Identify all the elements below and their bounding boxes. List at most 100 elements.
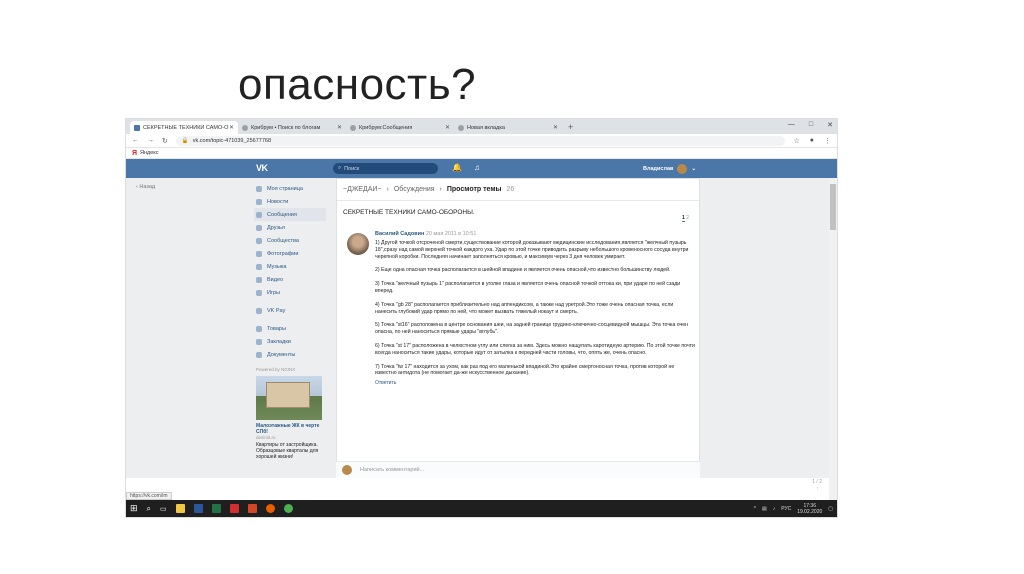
menu-item-my-page[interactable]: Моя страница bbox=[254, 182, 326, 195]
user-name: Владислав bbox=[643, 166, 674, 172]
file-explorer-icon[interactable] bbox=[175, 504, 185, 513]
system-tray: ^ ▤ ♪ РУС 17:36 19.02.2020 ▢ bbox=[754, 503, 833, 515]
chevron-left-icon: ‹ bbox=[136, 184, 138, 190]
task-view-icon[interactable]: ▭ bbox=[160, 505, 167, 513]
menu-item-news[interactable]: Новости bbox=[254, 195, 326, 208]
screenshot-frame: СЕКРЕТНЫЕ ТЕХНИКИ САМО-О ✕ Крибрум • Пои… bbox=[125, 118, 838, 518]
star-icon[interactable]: ☆ bbox=[793, 137, 799, 145]
post-paragraph: 5) Точка "st16" расположена в центре осн… bbox=[375, 322, 688, 336]
back-arrow-icon[interactable]: ← bbox=[132, 137, 139, 144]
breadcrumb: ~ДЖЕДАИ~ › Обсуждения › Просмотр темы 26 bbox=[337, 179, 699, 201]
word-icon[interactable] bbox=[193, 504, 203, 513]
ad-title[interactable]: Малоэтажные ЖК в черте СПб! bbox=[256, 423, 326, 435]
chrome-icon[interactable] bbox=[283, 504, 293, 513]
tab-label: Новая вкладка bbox=[467, 124, 505, 131]
page-counter-text: 1 / 2 bbox=[812, 479, 822, 485]
breadcrumb-current: Просмотр темы bbox=[446, 186, 502, 193]
tab-kribrum-messages[interactable]: Крибрум:Сообщения ✕ bbox=[346, 121, 454, 134]
reply-link[interactable]: Ответить bbox=[375, 380, 695, 386]
menu-label: Закладки bbox=[267, 338, 291, 345]
left-menu: Моя страница Новости Сообщения Друзья Со… bbox=[254, 182, 326, 460]
breadcrumb-section[interactable]: Обсуждения bbox=[394, 186, 435, 193]
scroll-up-icon[interactable]: ↑ bbox=[812, 486, 822, 493]
menu-label: Новости bbox=[267, 198, 289, 205]
tab-label: СЕКРЕТНЫЕ ТЕХНИКИ САМО-О bbox=[143, 124, 229, 131]
ad-image[interactable] bbox=[256, 376, 322, 420]
music-icon[interactable]: ♫ bbox=[474, 163, 480, 172]
new-tab-button[interactable]: + bbox=[562, 121, 579, 134]
menu-item-goods[interactable]: Товары bbox=[254, 322, 326, 335]
post-date[interactable]: 20 мая 2011 в 10:51 bbox=[426, 231, 477, 237]
tab-vk-topic[interactable]: СЕКРЕТНЫЕ ТЕХНИКИ САМО-О ✕ bbox=[130, 121, 238, 134]
bell-icon[interactable]: 🔔 bbox=[452, 163, 462, 172]
back-link[interactable]: ‹ Назад bbox=[136, 184, 155, 190]
bookmark-yandex[interactable]: Яндекс bbox=[140, 150, 159, 156]
account-icon[interactable]: ● bbox=[810, 137, 814, 145]
comment-input[interactable]: Написать комментарий... bbox=[360, 467, 424, 473]
menu-item-messages[interactable]: Сообщения bbox=[254, 208, 326, 221]
clock[interactable]: 17:36 19.02.2020 bbox=[797, 503, 822, 515]
post-paragraph: 2) Еще одна опасная точка располагается … bbox=[375, 267, 671, 274]
close-window-button[interactable]: ✕ bbox=[827, 121, 833, 129]
network-icon[interactable]: ▤ bbox=[762, 506, 767, 512]
excel-icon[interactable] bbox=[211, 504, 221, 513]
search-icon[interactable]: ⌕ bbox=[147, 504, 151, 514]
page-current[interactable]: 1 bbox=[682, 215, 685, 222]
firefox-icon[interactable] bbox=[265, 504, 275, 513]
user-menu[interactable]: Владислав ⌄ bbox=[643, 164, 696, 174]
windows-start-icon[interactable]: ⊞ bbox=[130, 503, 138, 514]
tab-kribrum-search[interactable]: Крибрум • Поиск по блогам ✕ bbox=[238, 121, 346, 134]
chevron-right-icon: › bbox=[386, 186, 389, 193]
search-placeholder: Поиск bbox=[344, 165, 360, 172]
close-tab-icon[interactable]: ✕ bbox=[445, 124, 450, 131]
url-field[interactable]: 🔒 vk.com/topic-471039_25677768 bbox=[175, 135, 786, 146]
breadcrumb-group[interactable]: ~ДЖЕДАИ~ bbox=[343, 186, 382, 193]
acrobat-icon[interactable] bbox=[229, 504, 239, 513]
minimize-button[interactable]: — bbox=[788, 121, 795, 129]
volume-icon[interactable]: ♪ bbox=[773, 506, 776, 512]
notifications-icon[interactable]: ▢ bbox=[828, 506, 833, 512]
menu-label: Фотографии bbox=[267, 250, 299, 257]
tab-new[interactable]: Новая вкладка ✕ bbox=[454, 121, 562, 134]
menu-item-photos[interactable]: Фотографии bbox=[254, 247, 326, 260]
docs-icon bbox=[256, 351, 262, 358]
menu-item-bookmarks[interactable]: Закладки bbox=[254, 335, 326, 348]
scrollbar[interactable] bbox=[829, 178, 837, 501]
close-tab-icon[interactable]: ✕ bbox=[229, 124, 234, 131]
menu-label: Друзья bbox=[267, 224, 285, 231]
maximize-button[interactable]: □ bbox=[809, 121, 813, 129]
avatar[interactable] bbox=[347, 233, 369, 255]
menu-dots-icon[interactable]: ⋮ bbox=[824, 137, 831, 145]
reload-icon[interactable]: ↻ bbox=[162, 137, 168, 145]
page-next[interactable]: 2 bbox=[686, 215, 689, 221]
powerpoint-icon[interactable] bbox=[247, 504, 257, 513]
menu-item-vkpay[interactable]: VK Pay bbox=[254, 304, 326, 317]
post-author[interactable]: Василий Садовин bbox=[375, 231, 424, 237]
tab-label: Крибрум:Сообщения bbox=[359, 124, 413, 131]
bookmarks-bar: Я Яндекс bbox=[126, 148, 837, 159]
keyboard-layout[interactable]: РУС bbox=[781, 506, 791, 512]
vk-logo[interactable]: VK bbox=[256, 163, 268, 173]
menu-item-groups[interactable]: Сообщества bbox=[254, 234, 326, 247]
vk-search-input[interactable]: ⌕ Поиск bbox=[333, 163, 438, 174]
scroll-thumb[interactable] bbox=[830, 184, 836, 230]
ad-site: devimit.ru bbox=[256, 435, 276, 440]
yandex-icon: Я bbox=[132, 149, 138, 157]
menu-item-video[interactable]: Видео bbox=[254, 273, 326, 286]
menu-item-friends[interactable]: Друзья bbox=[254, 221, 326, 234]
back-label: Назад bbox=[139, 184, 156, 190]
tray-chevron-icon[interactable]: ^ bbox=[754, 506, 756, 512]
menu-item-music[interactable]: Музыка bbox=[254, 260, 326, 273]
ad-text: Квартиры от застройщика. Образцовые квар… bbox=[256, 442, 319, 460]
menu-item-games[interactable]: Игры bbox=[254, 286, 326, 299]
close-tab-icon[interactable]: ✕ bbox=[553, 124, 558, 131]
menu-item-documents[interactable]: Документы bbox=[254, 348, 326, 361]
globe-icon bbox=[350, 124, 356, 131]
vk-header: VK ⌕ Поиск 🔔 ♫ Владислав ⌄ bbox=[126, 159, 837, 178]
page-counter: 1 / 2 ↑ bbox=[812, 479, 822, 493]
topic-panel: ~ДЖЕДАИ~ › Обсуждения › Просмотр темы 26… bbox=[336, 178, 700, 478]
close-tab-icon[interactable]: ✕ bbox=[337, 124, 342, 131]
goods-icon bbox=[256, 325, 262, 332]
forward-arrow-icon[interactable]: → bbox=[147, 137, 154, 144]
bookmark-icon bbox=[256, 338, 262, 345]
